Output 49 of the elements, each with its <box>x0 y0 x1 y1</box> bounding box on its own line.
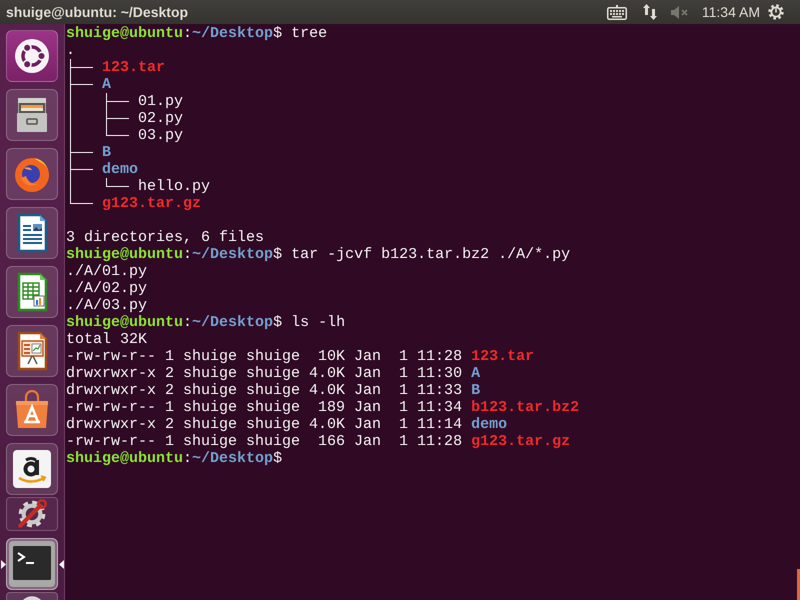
output-line: total 32K <box>66 331 148 348</box>
listing-line: -rw-rw-r-- 1 shuige shuige 166 Jan 1 11:28 g123.tar.gz <box>66 433 570 450</box>
tree-branch-icon <box>70 110 129 127</box>
folder-name: demo <box>102 161 138 178</box>
terminal-icon <box>8 540 56 588</box>
listing-line: drwxrwxr-x 2 shuige shuige 4.0K Jan 1 11:14 demo <box>66 416 508 433</box>
prompt-line: shuige@ubuntu:~/Desktop$ <box>66 450 282 467</box>
prompt-line: shuige@ubuntu:~/Desktop$ tar -jcvf b123.tar.bz2 ./A/*.py <box>66 246 570 263</box>
scrollbar-thumb[interactable] <box>797 569 800 600</box>
launcher-button[interactable] <box>6 443 58 495</box>
launcher-button[interactable] <box>6 207 58 259</box>
launcher-button[interactable] <box>6 538 58 590</box>
up-down-arrows-icon[interactable] <box>642 4 657 20</box>
prompt-line: shuige@ubuntu:~/Desktop$ ls -lh <box>66 314 346 331</box>
launcher-button[interactable] <box>6 30 58 82</box>
launcher-button[interactable] <box>6 384 58 436</box>
launcher-button[interactable] <box>6 89 58 141</box>
listing-line: -rw-rw-r-- 1 shuige shuige 189 Jan 1 11:34 b123.tar.bz2 <box>66 399 580 416</box>
clock-text[interactable]: 11:34 AM <box>702 3 760 21</box>
gear-icon[interactable] <box>768 4 784 20</box>
ring-logo-icon <box>12 36 52 76</box>
tree-branch-icon <box>70 161 93 178</box>
file-name: 01.py <box>138 93 184 110</box>
folder-name: A <box>102 76 112 93</box>
file-name: 02.py <box>138 110 184 127</box>
listing-line: -rw-rw-r-- 1 shuige shuige 10K Jan 1 11:28 123.tar <box>66 348 534 365</box>
file-name: 03.py <box>138 127 184 144</box>
tree-elbow-icon <box>70 127 129 144</box>
launcher-button[interactable] <box>6 325 58 377</box>
tree-branch-icon <box>70 144 93 161</box>
archive-name: g123.tar.gz <box>102 195 202 212</box>
file-name: hello.py <box>138 178 210 195</box>
speaker-icon[interactable] <box>670 6 688 18</box>
archive-name: 123.tar <box>102 59 166 76</box>
launcher-button[interactable] <box>6 497 58 531</box>
launcher-button[interactable] <box>6 266 58 318</box>
prompt-line: shuige@ubuntu:~/Desktop$ tree <box>66 25 328 42</box>
folder-name: B <box>102 144 112 161</box>
output-line: 3 directories, 6 files <box>66 229 264 246</box>
window-title: shuige@ubuntu: ~/Desktop <box>6 3 188 21</box>
output-line: ./A/03.py <box>66 297 148 314</box>
tree-branch-icon <box>70 59 93 76</box>
keyboard-icon[interactable] <box>606 4 627 20</box>
output-line: ./A/02.py <box>66 280 148 297</box>
output-line: ./A/01.py <box>66 263 148 280</box>
listing-line: drwxrwxr-x 2 shuige shuige 4.0K Jan 1 11:33 B <box>66 382 480 399</box>
smile-logo-icon <box>12 449 52 489</box>
listing-line: drwxrwxr-x 2 shuige shuige 4.0K Jan 1 11:30 A <box>66 365 480 382</box>
tree-root: . <box>66 42 76 59</box>
